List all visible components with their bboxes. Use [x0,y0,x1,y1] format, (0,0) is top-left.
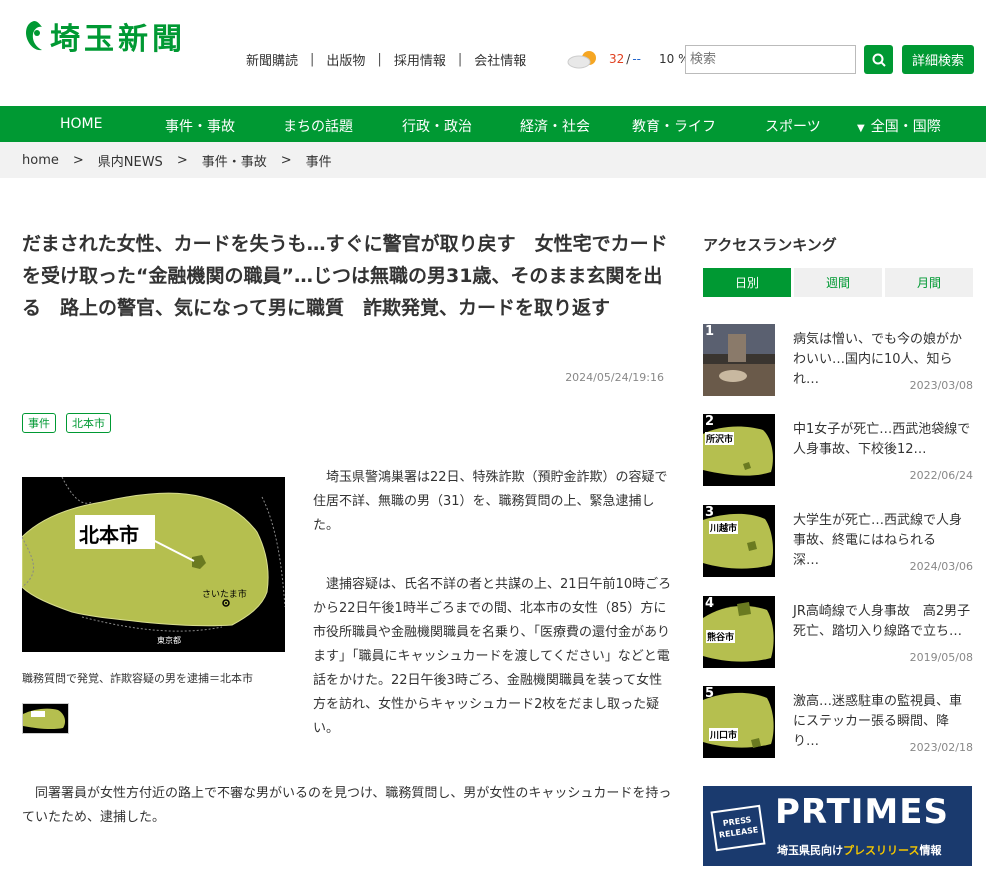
ranking-date: 2019/05/08 [909,651,973,664]
site-logo[interactable]: 埼玉新聞 [22,14,186,58]
tag-incident[interactable]: 事件 [22,413,56,433]
link-separator: | [377,52,382,67]
ranking-thumbnail: 2 所沢市 [703,414,775,486]
ranking-date: 2023/02/18 [909,741,973,754]
ranking-item[interactable]: 4 熊谷市 JR高崎線で人身事故 高2男子死亡、踏切入り線路で立ち… 2019/… [703,596,973,668]
search-button[interactable] [864,45,893,74]
breadcrumb-separator: > [280,152,292,168]
breadcrumb-local-news[interactable]: 県内NEWS [98,151,163,170]
article-title: だまされた女性、カードを失うも…すぐに警官が取り戻す 女性宅でカードを受け取った… [22,233,668,319]
ranking-number: 3 [705,505,715,520]
weather-widget: 32 / -- 10 % [565,48,690,70]
link-separator: | [457,52,463,67]
tag-kitamoto[interactable]: 北本市 [66,413,111,433]
prtimes-subtitle-b: プレスリリース [843,844,920,857]
prtimes-subtitle: 埼玉県民向けプレスリリース情報 [777,842,941,858]
weather-slash: / [626,52,631,66]
weather-low: -- [632,52,641,66]
nav-politics[interactable]: 行政・政治 [402,116,472,136]
prtimes-banner[interactable]: PRESS RELEASE PRTIMES 埼玉県民向けプレスリリース情報 [703,786,972,866]
ranking-thumbnail: 1 [703,324,775,396]
ranking-date: 2023/03/08 [909,379,973,392]
article-paragraph: 埼玉県警鴻巣署は22日、特殊詐欺（預貯金詐欺）の容疑で住居不詳、無職の男（31）… [313,470,668,533]
tab-monthly[interactable]: 月間 [885,268,973,297]
ranking-title: アクセスランキング [703,236,837,254]
breadcrumb-home[interactable]: home [22,153,59,168]
ranking-item[interactable]: 1 病気は憎い、でも今の娘がかわいい…国内に10人、知られ… 2023/03/0… [703,324,973,396]
map-label-tokyo: 東京都 [157,636,181,645]
map-label: 所沢市 [705,432,735,445]
breadcrumb: home > 県内NEWS > 事件・事故 > 事件 [0,142,986,178]
search-icon [872,53,886,67]
prtimes-subtitle-a: 埼玉県民向け [777,844,843,857]
breadcrumb-separator: > [72,152,84,168]
ranking-number: 5 [705,686,715,701]
link-subscribe[interactable]: 新聞購読 [246,50,298,69]
dropdown-arrow-icon: ▼ [857,123,865,134]
ranking-thumbnail: 5 川口市 [703,686,775,758]
map-label: 川越市 [709,521,739,534]
ranking-tabs: 日別 週間 月間 [703,268,973,297]
breadcrumb-current[interactable]: 事件 [306,151,332,170]
map-label: 熊谷市 [706,630,736,643]
ranking-item[interactable]: 5 川口市 激高…迷惑駐車の監視員、車にステッカー張る瞬間、降り… 2023/0… [703,686,973,758]
ranking-title-text[interactable]: JR高崎線で人身事故 高2男子死亡、踏切入り線路で立ち… [793,602,973,642]
article-map-image[interactable]: 北本市 さいたま市 東京都 [21,476,286,652]
ranking-number: 1 [705,324,715,339]
article-paragraph: 逮捕容疑は、氏名不詳の者と共謀の上、21日午前10時ごろから22日午後1時半ごろ… [313,577,672,736]
weather-high: 32 [609,52,625,66]
nav-education[interactable]: 教育・ライフ [632,116,716,136]
map-label-kitamoto: 北本市 [79,523,139,547]
weather-cloudy-sun-icon [567,51,596,69]
image-thumbnail[interactable] [22,703,69,734]
ranking-thumbnail: 4 熊谷市 [703,596,775,668]
nav-national-label: 全国・国際 [870,119,941,135]
saitama-map-graphic [21,476,286,652]
logo-mark-icon [26,21,42,51]
link-company[interactable]: 会社情報 [474,50,526,69]
link-separator: | [310,52,315,67]
ranking-title-text[interactable]: 中1女子が死亡…西武池袋線で人身事故、下校後12… [793,420,973,460]
search-input[interactable] [685,45,856,74]
link-careers[interactable]: 採用情報 [394,50,446,69]
nav-incidents[interactable]: 事件・事故 [165,116,235,136]
ranking-number: 4 [705,596,715,611]
prtimes-subtitle-c: 情報 [919,844,942,857]
map-label: 川口市 [709,728,739,741]
article-paragraph: 同署署員が女性方付近の路上で不審な男がいるのを見つけ、職務質問し、男が女性のキャ… [22,786,672,825]
ranking-item[interactable]: 3 川越市 大学生が死亡…西武線で人身事故、終電にはねられる 深… 2024/0… [703,505,973,577]
ranking-number: 2 [705,414,715,429]
nav-town-topics[interactable]: まちの話題 [283,116,353,136]
ranking-item[interactable]: 2 所沢市 中1女子が死亡…西武池袋線で人身事故、下校後12… 2022/06/… [703,414,973,486]
ranking-date: 2024/03/06 [909,560,973,573]
nav-home[interactable]: HOME [60,116,102,132]
article-tags: 事件 北本市 [22,413,111,433]
logo-text: 埼玉新聞 [50,22,186,57]
press-release-badge: PRESS RELEASE [710,804,766,852]
tab-daily[interactable]: 日別 [703,268,791,297]
nav-economy[interactable]: 経済・社会 [520,116,590,136]
advanced-search-button[interactable]: 詳細検索 [902,45,974,74]
ranking-thumbnail: 3 川越市 [703,505,775,577]
breadcrumb-incidents[interactable]: 事件・事故 [202,151,267,170]
main-nav: HOME 事件・事故 まちの話題 行政・政治 経済・社会 教育・ライフ スポーツ… [0,106,986,142]
image-caption: 職務質問で発覚、詐欺容疑の男を逮捕＝北本市 [22,672,253,685]
ranking-date: 2022/06/24 [909,469,973,482]
article-date: 2024/05/24/19:16 [565,371,664,384]
nav-sports[interactable]: スポーツ [765,116,821,136]
map-label-saitama: さいたま市 [202,590,247,600]
tab-weekly[interactable]: 週間 [794,268,882,297]
link-publications[interactable]: 出版物 [326,50,365,69]
header-links: 新聞購読 | 出版物 | 採用情報 | 会社情報 [246,50,526,69]
thumbnail-map-graphic [23,704,68,733]
nav-national[interactable]: ▼ 全国・国際 [857,116,941,136]
prtimes-logo: PRTIMES [775,792,949,832]
breadcrumb-separator: > [176,152,188,168]
